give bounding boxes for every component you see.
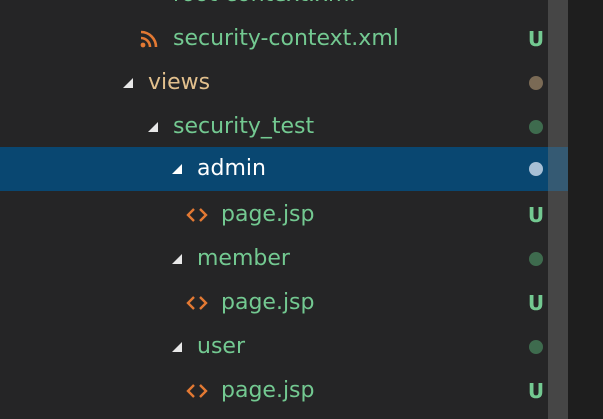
tree-item-label: security_test bbox=[173, 114, 315, 139]
tree-item-label: security-context.xml bbox=[173, 26, 399, 51]
chevron-expanded-icon[interactable] bbox=[169, 325, 185, 369]
tree-item-label: page.jsp bbox=[221, 202, 315, 227]
tree-folder-admin[interactable]: admin bbox=[0, 147, 568, 191]
editor-gutter bbox=[568, 0, 603, 419]
git-status-dot bbox=[526, 237, 546, 281]
chevron-expanded-icon[interactable] bbox=[169, 237, 185, 281]
rss-icon bbox=[137, 17, 161, 61]
tree-item-root-context-xml[interactable]: root-context.xml bbox=[0, 0, 568, 17]
tree-item-label: user bbox=[197, 334, 245, 359]
code-icon bbox=[185, 369, 209, 413]
chevron-expanded-icon[interactable] bbox=[169, 147, 185, 191]
tree-item-label: views bbox=[148, 70, 211, 95]
tree-item-label: root-context.xml bbox=[173, 0, 356, 17]
vertical-scrollbar[interactable] bbox=[548, 0, 568, 419]
tree-folder-member[interactable]: member bbox=[0, 237, 568, 281]
tree-item-label: page.jsp bbox=[221, 378, 315, 403]
tree-folder-user[interactable]: user bbox=[0, 325, 568, 369]
code-icon bbox=[185, 281, 209, 325]
tree-folder-security-test[interactable]: security_test bbox=[0, 105, 568, 149]
git-status-dot bbox=[526, 105, 546, 149]
tree-item-security-context-xml[interactable]: security-context.xml U bbox=[0, 17, 568, 61]
code-icon bbox=[185, 193, 209, 237]
chevron-expanded-icon[interactable] bbox=[120, 61, 136, 105]
tree-item-label: admin bbox=[197, 156, 266, 181]
tree-item-label: page.jsp bbox=[221, 290, 315, 315]
file-explorer-tree: root-context.xml security-context.xml U … bbox=[0, 0, 568, 419]
git-status-badge: U bbox=[527, 379, 545, 403]
git-status-dot bbox=[526, 147, 546, 191]
git-status-badge: U bbox=[527, 203, 545, 227]
git-status-badge: U bbox=[527, 27, 545, 51]
chevron-expanded-icon[interactable] bbox=[145, 105, 161, 149]
tree-item-page-jsp[interactable]: page.jsp U bbox=[0, 193, 568, 237]
tree-item-label: member bbox=[197, 246, 290, 271]
git-status-badge: U bbox=[527, 291, 545, 315]
tree-folder-views[interactable]: views bbox=[0, 61, 568, 105]
tree-item-page-jsp[interactable]: page.jsp U bbox=[0, 281, 568, 325]
git-status-dot bbox=[526, 325, 546, 369]
git-status-dot bbox=[526, 61, 546, 105]
tree-item-page-jsp[interactable]: page.jsp U bbox=[0, 369, 568, 413]
